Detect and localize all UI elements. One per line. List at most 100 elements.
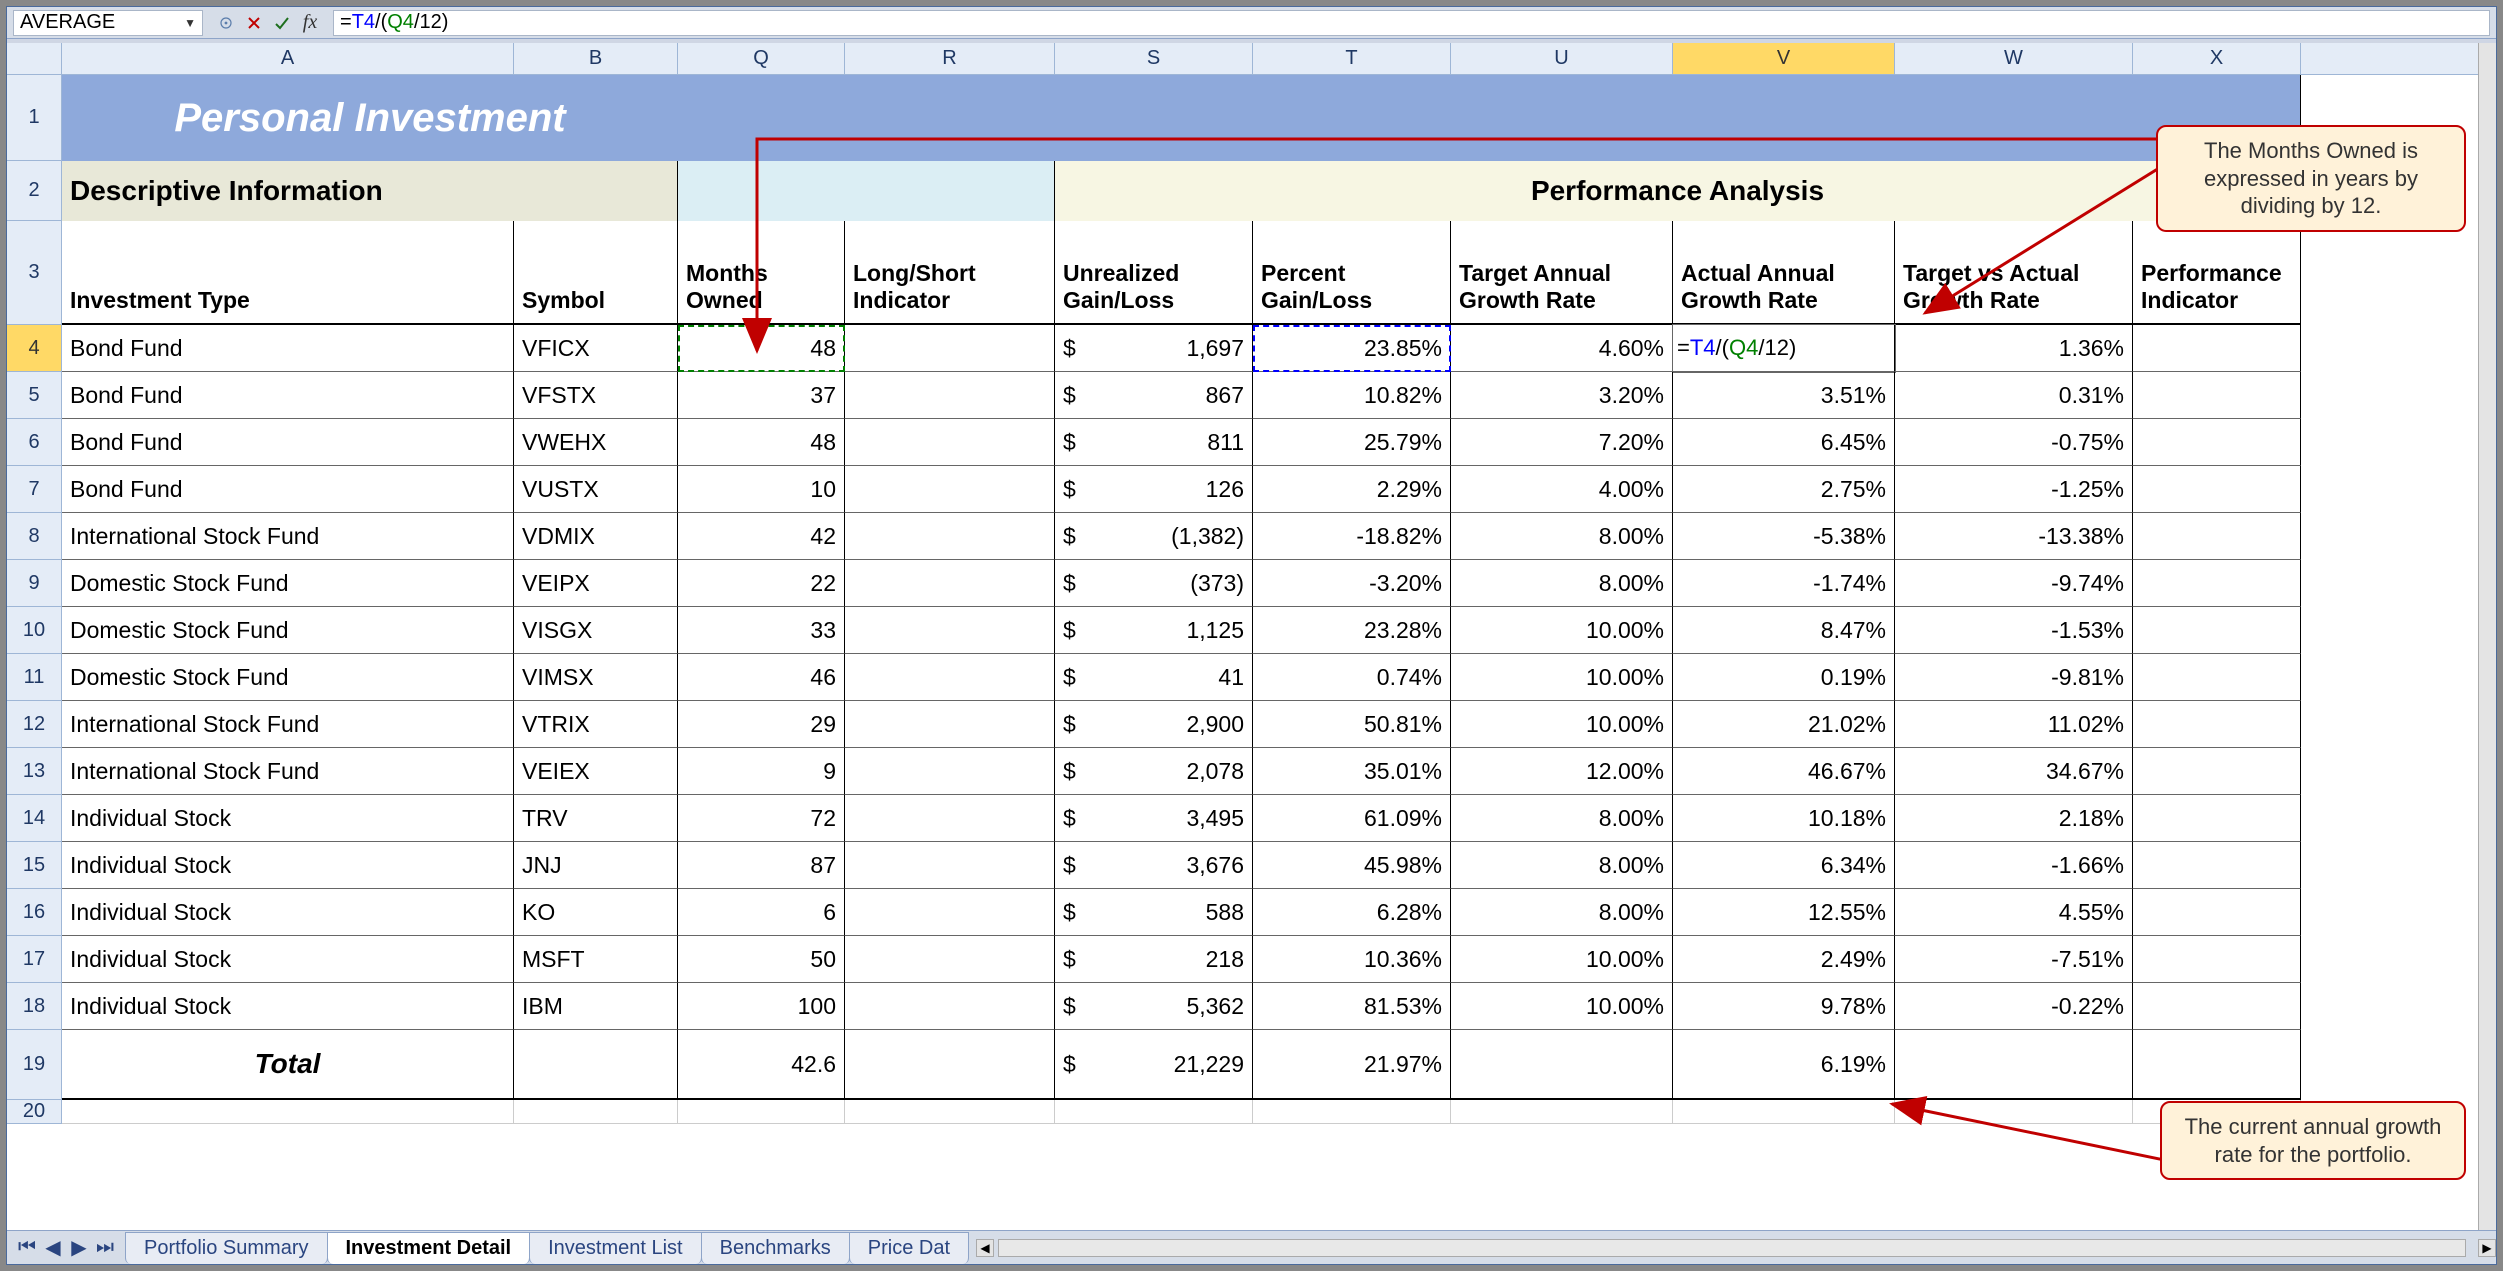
cell-X7[interactable] [2133, 466, 2301, 513]
row-header-4[interactable]: 4 [7, 325, 62, 372]
cell-X12[interactable] [2133, 701, 2301, 748]
cell-R8[interactable] [845, 513, 1055, 560]
sheet-tab[interactable]: Price Dat [849, 1232, 969, 1264]
cell-empty-20-1[interactable] [514, 1100, 678, 1124]
cell-T4[interactable]: 23.85% [1253, 325, 1451, 372]
cell-Q13[interactable]: 9 [678, 748, 845, 795]
cell-U10[interactable]: 10.00% [1451, 607, 1673, 654]
row-header-8[interactable]: 8 [7, 513, 62, 560]
cell-V11[interactable]: 0.19% [1673, 654, 1895, 701]
cell-W16[interactable]: 4.55% [1895, 889, 2133, 936]
cell-B17[interactable]: MSFT [514, 936, 678, 983]
cell-B7[interactable]: VUSTX [514, 466, 678, 513]
cell-Q16[interactable]: 6 [678, 889, 845, 936]
cell-B19[interactable] [514, 1030, 678, 1100]
formula-input[interactable]: =T4/(Q4/12) [333, 10, 2490, 36]
cell-R7[interactable] [845, 466, 1055, 513]
sheet-tab[interactable]: Benchmarks [701, 1232, 850, 1264]
sheet-tab[interactable]: Investment List [529, 1232, 702, 1264]
cell-S5[interactable]: $867 [1055, 372, 1253, 419]
cell-B6[interactable]: VWEHX [514, 419, 678, 466]
row-header-1[interactable]: 1 [7, 75, 62, 161]
cell-X6[interactable] [2133, 419, 2301, 466]
cell-T6[interactable]: 25.79% [1253, 419, 1451, 466]
cell-R9[interactable] [845, 560, 1055, 607]
cell-V19[interactable]: 6.19% [1673, 1030, 1895, 1100]
cell-empty-20-7[interactable] [1673, 1100, 1895, 1124]
cell-X14[interactable] [2133, 795, 2301, 842]
col-header-V[interactable]: V [1673, 43, 1895, 74]
cell-R5[interactable] [845, 372, 1055, 419]
cell-U9[interactable]: 8.00% [1451, 560, 1673, 607]
col-header-S[interactable]: S [1055, 43, 1253, 74]
cell-A17[interactable]: Individual Stock [62, 936, 514, 983]
cell-U6[interactable]: 7.20% [1451, 419, 1673, 466]
cell-U11[interactable]: 10.00% [1451, 654, 1673, 701]
cell-B15[interactable]: JNJ [514, 842, 678, 889]
cell-X13[interactable] [2133, 748, 2301, 795]
cell-U18[interactable]: 10.00% [1451, 983, 1673, 1030]
cancel-icon[interactable] [245, 14, 263, 32]
cell-B5[interactable]: VFSTX [514, 372, 678, 419]
row-header-20[interactable]: 20 [7, 1100, 62, 1124]
cell-S4[interactable]: $1,697 [1055, 325, 1253, 372]
cell-B9[interactable]: VEIPX [514, 560, 678, 607]
cell-V10[interactable]: 8.47% [1673, 607, 1895, 654]
cell-W19[interactable] [1895, 1030, 2133, 1100]
cell-X15[interactable] [2133, 842, 2301, 889]
cell-B10[interactable]: VISGX [514, 607, 678, 654]
cell-U12[interactable]: 10.00% [1451, 701, 1673, 748]
cell-W8[interactable]: -13.38% [1895, 513, 2133, 560]
cell-W5[interactable]: 0.31% [1895, 372, 2133, 419]
cell-W13[interactable]: 34.67% [1895, 748, 2133, 795]
cell-Q15[interactable]: 87 [678, 842, 845, 889]
col-header-U[interactable]: U [1451, 43, 1673, 74]
cell-T17[interactable]: 10.36% [1253, 936, 1451, 983]
row-header-12[interactable]: 12 [7, 701, 62, 748]
cell-S6[interactable]: $811 [1055, 419, 1253, 466]
enter-icon[interactable] [273, 14, 291, 32]
cell-W11[interactable]: -9.81% [1895, 654, 2133, 701]
cell-S15[interactable]: $3,676 [1055, 842, 1253, 889]
cell-X10[interactable] [2133, 607, 2301, 654]
cell-empty-20-2[interactable] [678, 1100, 845, 1124]
cell-V16[interactable]: 12.55% [1673, 889, 1895, 936]
cell-U4[interactable]: 4.60% [1451, 325, 1673, 372]
cell-V13[interactable]: 46.67% [1673, 748, 1895, 795]
cell-X17[interactable] [2133, 936, 2301, 983]
cell-Q11[interactable]: 46 [678, 654, 845, 701]
name-box[interactable]: AVERAGE ▼ [13, 10, 203, 36]
cell-T13[interactable]: 35.01% [1253, 748, 1451, 795]
cell-T10[interactable]: 23.28% [1253, 607, 1451, 654]
cell-T8[interactable]: -18.82% [1253, 513, 1451, 560]
cell-R16[interactable] [845, 889, 1055, 936]
cell-X5[interactable] [2133, 372, 2301, 419]
cell-A7[interactable]: Bond Fund [62, 466, 514, 513]
row-header-2[interactable]: 2 [7, 161, 62, 221]
cell-R6[interactable] [845, 419, 1055, 466]
cell-Q7[interactable]: 10 [678, 466, 845, 513]
cell-A8[interactable]: International Stock Fund [62, 513, 514, 560]
row-header-11[interactable]: 11 [7, 654, 62, 701]
cell-R13[interactable] [845, 748, 1055, 795]
cell-X19[interactable] [2133, 1030, 2301, 1100]
cell-U15[interactable]: 8.00% [1451, 842, 1673, 889]
cell-S16[interactable]: $588 [1055, 889, 1253, 936]
cell-A5[interactable]: Bond Fund [62, 372, 514, 419]
cell-V17[interactable]: 2.49% [1673, 936, 1895, 983]
cell-U16[interactable]: 8.00% [1451, 889, 1673, 936]
cell-S7[interactable]: $126 [1055, 466, 1253, 513]
cell-A6[interactable]: Bond Fund [62, 419, 514, 466]
cell-B4[interactable]: VFICX [514, 325, 678, 372]
cell-X4[interactable] [2133, 325, 2301, 372]
cell-W15[interactable]: -1.66% [1895, 842, 2133, 889]
col-header-B[interactable]: B [514, 43, 678, 74]
tab-nav-first-icon[interactable]: ⏮ [15, 1236, 39, 1260]
cell-Q12[interactable]: 29 [678, 701, 845, 748]
cell-W6[interactable]: -0.75% [1895, 419, 2133, 466]
cell-S12[interactable]: $2,900 [1055, 701, 1253, 748]
cell-R10[interactable] [845, 607, 1055, 654]
cell-T14[interactable]: 61.09% [1253, 795, 1451, 842]
cell-Q8[interactable]: 42 [678, 513, 845, 560]
cell-R12[interactable] [845, 701, 1055, 748]
